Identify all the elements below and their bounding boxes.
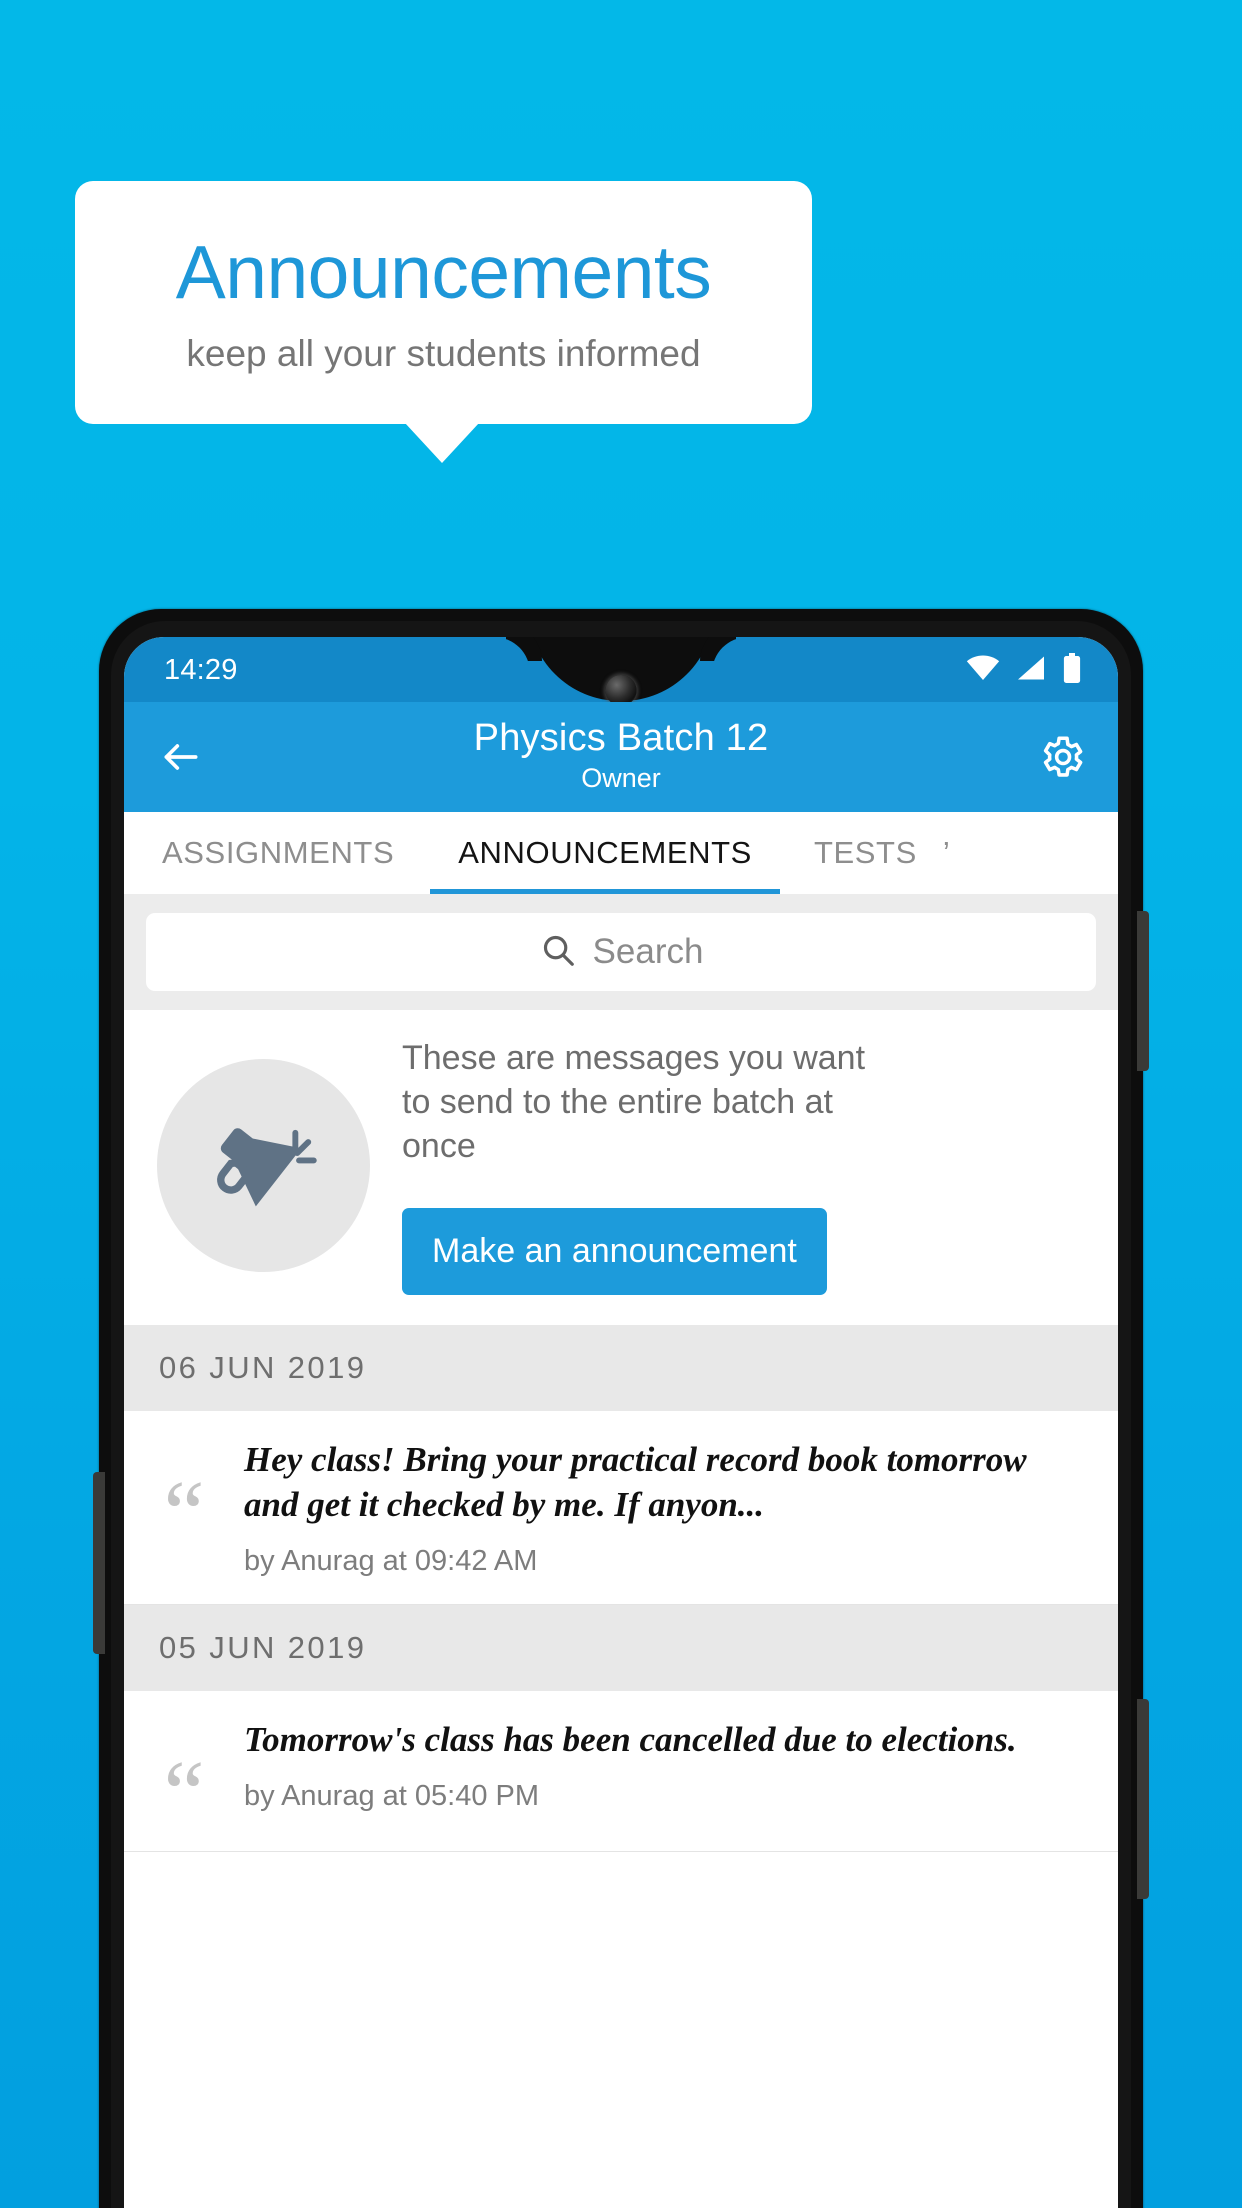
quote-icon: “ — [163, 1462, 205, 1564]
announcement-list-item[interactable]: “ Tomorrow's class has been cancelled du… — [124, 1691, 1118, 1852]
announcement-meta: by Anurag at 05:40 PM — [244, 1780, 540, 1812]
make-announcement-promo: These are messages you want to send to t… — [124, 1010, 1118, 1325]
page-subtitle: Owner — [581, 763, 661, 793]
app-bar: Physics Batch 12 Owner — [124, 702, 1118, 812]
announcement-body: Tomorrow's class has been cancelled due … — [244, 1717, 1088, 1825]
search-icon — [539, 931, 577, 974]
promo-description: These are messages you want to send to t… — [402, 1039, 866, 1165]
phone-side-button[interactable] — [1137, 1699, 1149, 1899]
megaphone-icon — [157, 1059, 370, 1272]
promo-callout-card: Announcements keep all your students inf… — [75, 181, 812, 424]
date-header: 06 JUN 2019 — [124, 1325, 1118, 1411]
search-bar-container: Search — [124, 894, 1118, 1010]
quote-icon: “ — [163, 1742, 205, 1844]
wifi-icon — [966, 655, 1000, 686]
gear-icon[interactable] — [1036, 732, 1086, 782]
phone-mockup: 14:29 Physics Batch 12 Owner ASSIGNMENTS… — [93, 609, 1149, 2208]
tab-bar: ASSIGNMENTS ANNOUNCEMENTS TESTS ’ — [124, 812, 1118, 894]
tab-tests[interactable]: TESTS — [780, 812, 939, 894]
announcement-meta: by Anurag at 09:42 AM — [244, 1545, 538, 1577]
page-title: Physics Batch 12 — [473, 717, 769, 759]
promo-callout-tail — [405, 423, 479, 463]
phone-volume-button[interactable] — [93, 1472, 105, 1654]
screenshot-root: Announcements keep all your students inf… — [0, 0, 1242, 2208]
announcement-list-item[interactable]: “ Hey class! Bring your practical record… — [124, 1411, 1118, 1605]
tab-announcements[interactable]: ANNOUNCEMENTS — [430, 812, 780, 894]
tab-assignments[interactable]: ASSIGNMENTS — [124, 812, 430, 894]
app-bar-titles: Physics Batch 12 Owner — [124, 702, 1118, 795]
battery-icon — [1062, 653, 1082, 688]
signal-icon — [1016, 655, 1046, 686]
promo-right-column: These are messages you want to send to t… — [402, 1036, 1118, 1295]
promo-title: Announcements — [175, 230, 712, 314]
search-input[interactable]: Search — [146, 913, 1096, 991]
search-placeholder: Search — [592, 932, 704, 971]
tab-overflow[interactable]: ’ — [939, 812, 951, 894]
date-header: 05 JUN 2019 — [124, 1605, 1118, 1691]
announcement-text: Tomorrow's class has been cancelled due … — [244, 1720, 1017, 1759]
make-announcement-button[interactable]: Make an announcement — [402, 1208, 827, 1295]
status-bar: 14:29 — [124, 637, 1118, 706]
promo-subtitle: keep all your students informed — [186, 333, 701, 374]
status-time: 14:29 — [164, 654, 238, 686]
phone-screen: 14:29 Physics Batch 12 Owner ASSIGNMENTS… — [124, 637, 1118, 2208]
status-icons — [966, 653, 1082, 688]
phone-power-button[interactable] — [1137, 911, 1149, 1071]
announcement-text: Hey class! Bring your practical record b… — [244, 1440, 1027, 1524]
announcement-body: Hey class! Bring your practical record b… — [244, 1437, 1088, 1578]
